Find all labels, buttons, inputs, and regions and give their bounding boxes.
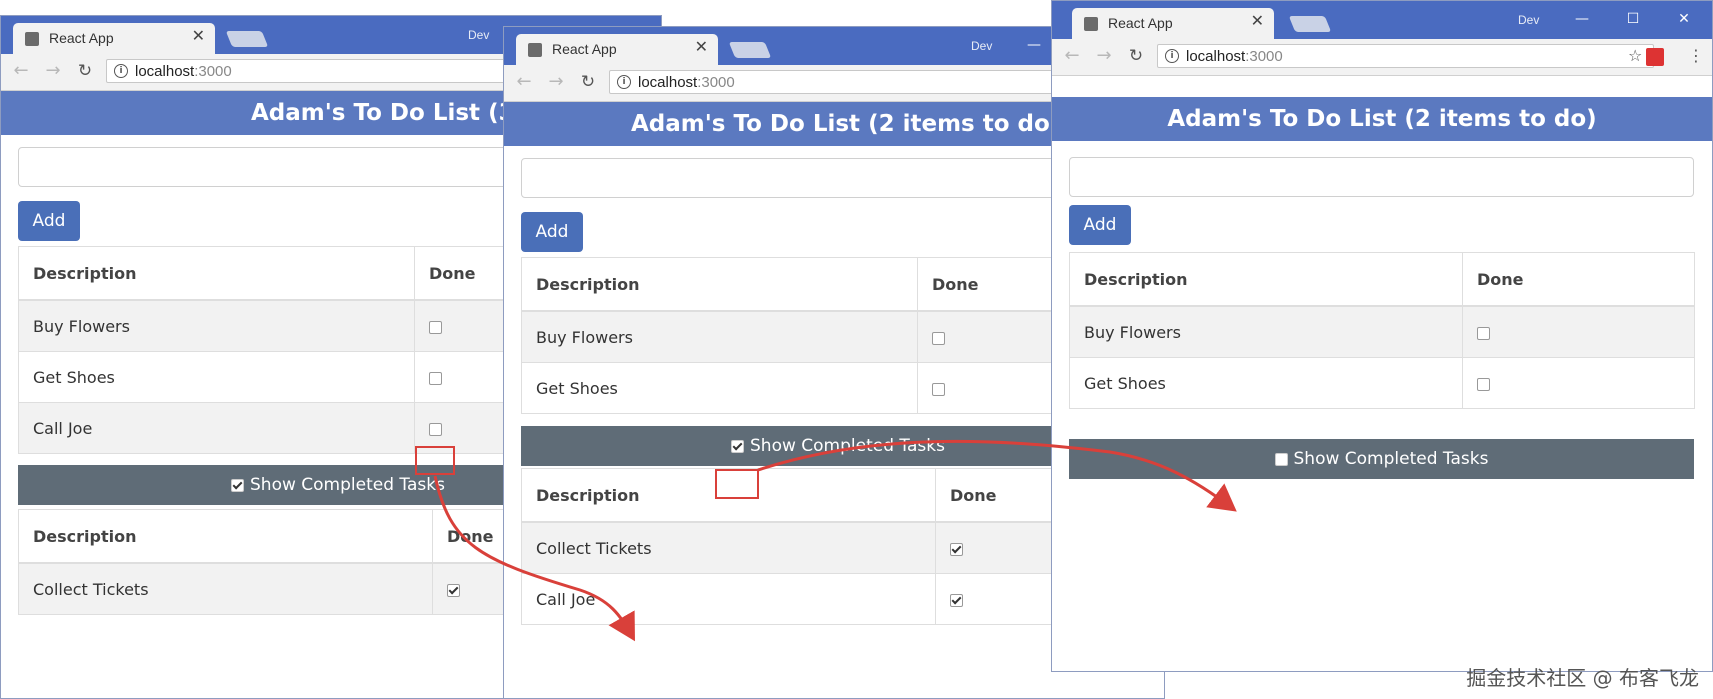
annotation-arrows: [433, 439, 1237, 642]
arrow-show-completed-to-hidden: [757, 439, 1237, 512]
arrow-call-joe-to-completed: [433, 475, 635, 642]
watermark: 掘金技术社区 @ 布客飞龙: [1466, 666, 1699, 690]
